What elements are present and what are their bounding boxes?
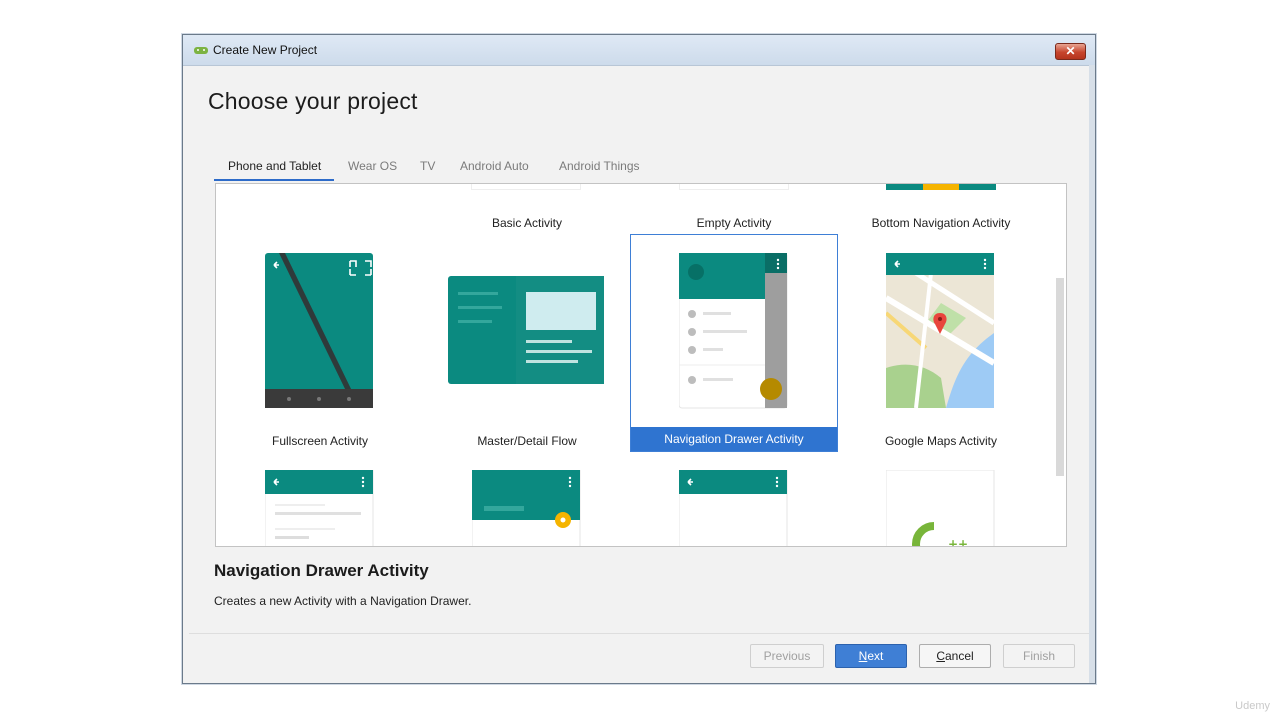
- finish-button[interactable]: Finish: [1003, 644, 1075, 668]
- google-maps-activity-thumbnail[interactable]: [886, 253, 996, 410]
- next-button[interactable]: Next: [835, 644, 907, 668]
- scrolling-activity-thumbnail[interactable]: [472, 470, 582, 547]
- master-detail-flow-thumbnail[interactable]: [448, 276, 606, 386]
- tab-wear-os[interactable]: Wear OS: [348, 159, 397, 173]
- template-label-fullscreen-activity[interactable]: Fullscreen Activity: [217, 434, 423, 448]
- cancel-label-rest: ancel: [944, 649, 974, 663]
- native-cpp-thumbnail[interactable]: ++: [886, 470, 996, 547]
- tab-android-auto[interactable]: Android Auto: [460, 159, 529, 173]
- empty-activity-thumbnail[interactable]: [679, 184, 789, 190]
- title-bar: Create New Project ✕: [183, 35, 1095, 66]
- create-new-project-dialog: Create New Project ✕ Choose your project…: [182, 34, 1096, 684]
- window-border: [1089, 65, 1095, 683]
- template-label-bottom-navigation-activity[interactable]: Bottom Navigation Activity: [838, 216, 1044, 230]
- tab-android-things[interactable]: Android Things: [559, 159, 640, 173]
- template-gallery[interactable]: Basic Activity Empty Activity Bottom Nav…: [215, 183, 1067, 547]
- svg-text:++: ++: [948, 537, 968, 547]
- previous-button[interactable]: Previous: [750, 644, 824, 668]
- tab-phone-and-tablet[interactable]: Phone and Tablet: [228, 159, 321, 173]
- tab-tv[interactable]: TV: [420, 159, 435, 173]
- template-label-navigation-drawer-activity[interactable]: Navigation Drawer Activity: [631, 427, 837, 451]
- active-tab-indicator: [214, 179, 334, 181]
- login-activity-thumbnail[interactable]: [265, 470, 375, 547]
- template-label-master-detail-flow[interactable]: Master/Detail Flow: [424, 434, 630, 448]
- template-label-basic-activity[interactable]: Basic Activity: [424, 216, 630, 230]
- android-studio-icon: [194, 47, 208, 54]
- navigation-drawer-activity-thumbnail[interactable]: [679, 253, 789, 410]
- selected-template-description: Creates a new Activity with a Navigation…: [214, 594, 472, 608]
- udemy-watermark: Udemy: [1235, 700, 1270, 712]
- template-label-empty-activity[interactable]: Empty Activity: [631, 216, 837, 230]
- page-title: Choose your project: [208, 88, 418, 114]
- cancel-button[interactable]: Cancel: [919, 644, 991, 668]
- basic-activity-thumbnail[interactable]: [471, 184, 581, 190]
- next-label-rest: ext: [867, 649, 884, 663]
- settings-activity-thumbnail[interactable]: [679, 470, 789, 547]
- gallery-scrollbar[interactable]: [1056, 278, 1064, 476]
- selected-template-title: Navigation Drawer Activity: [214, 561, 429, 580]
- cancel-mnemonic: C: [936, 649, 945, 663]
- bottom-navigation-thumbnail[interactable]: [886, 184, 996, 192]
- close-icon: ✕: [1065, 44, 1076, 58]
- template-label-google-maps-activity[interactable]: Google Maps Activity: [838, 434, 1044, 448]
- fullscreen-activity-thumbnail[interactable]: [265, 253, 375, 410]
- close-button[interactable]: ✕: [1055, 43, 1086, 60]
- window-title: Create New Project: [213, 43, 318, 57]
